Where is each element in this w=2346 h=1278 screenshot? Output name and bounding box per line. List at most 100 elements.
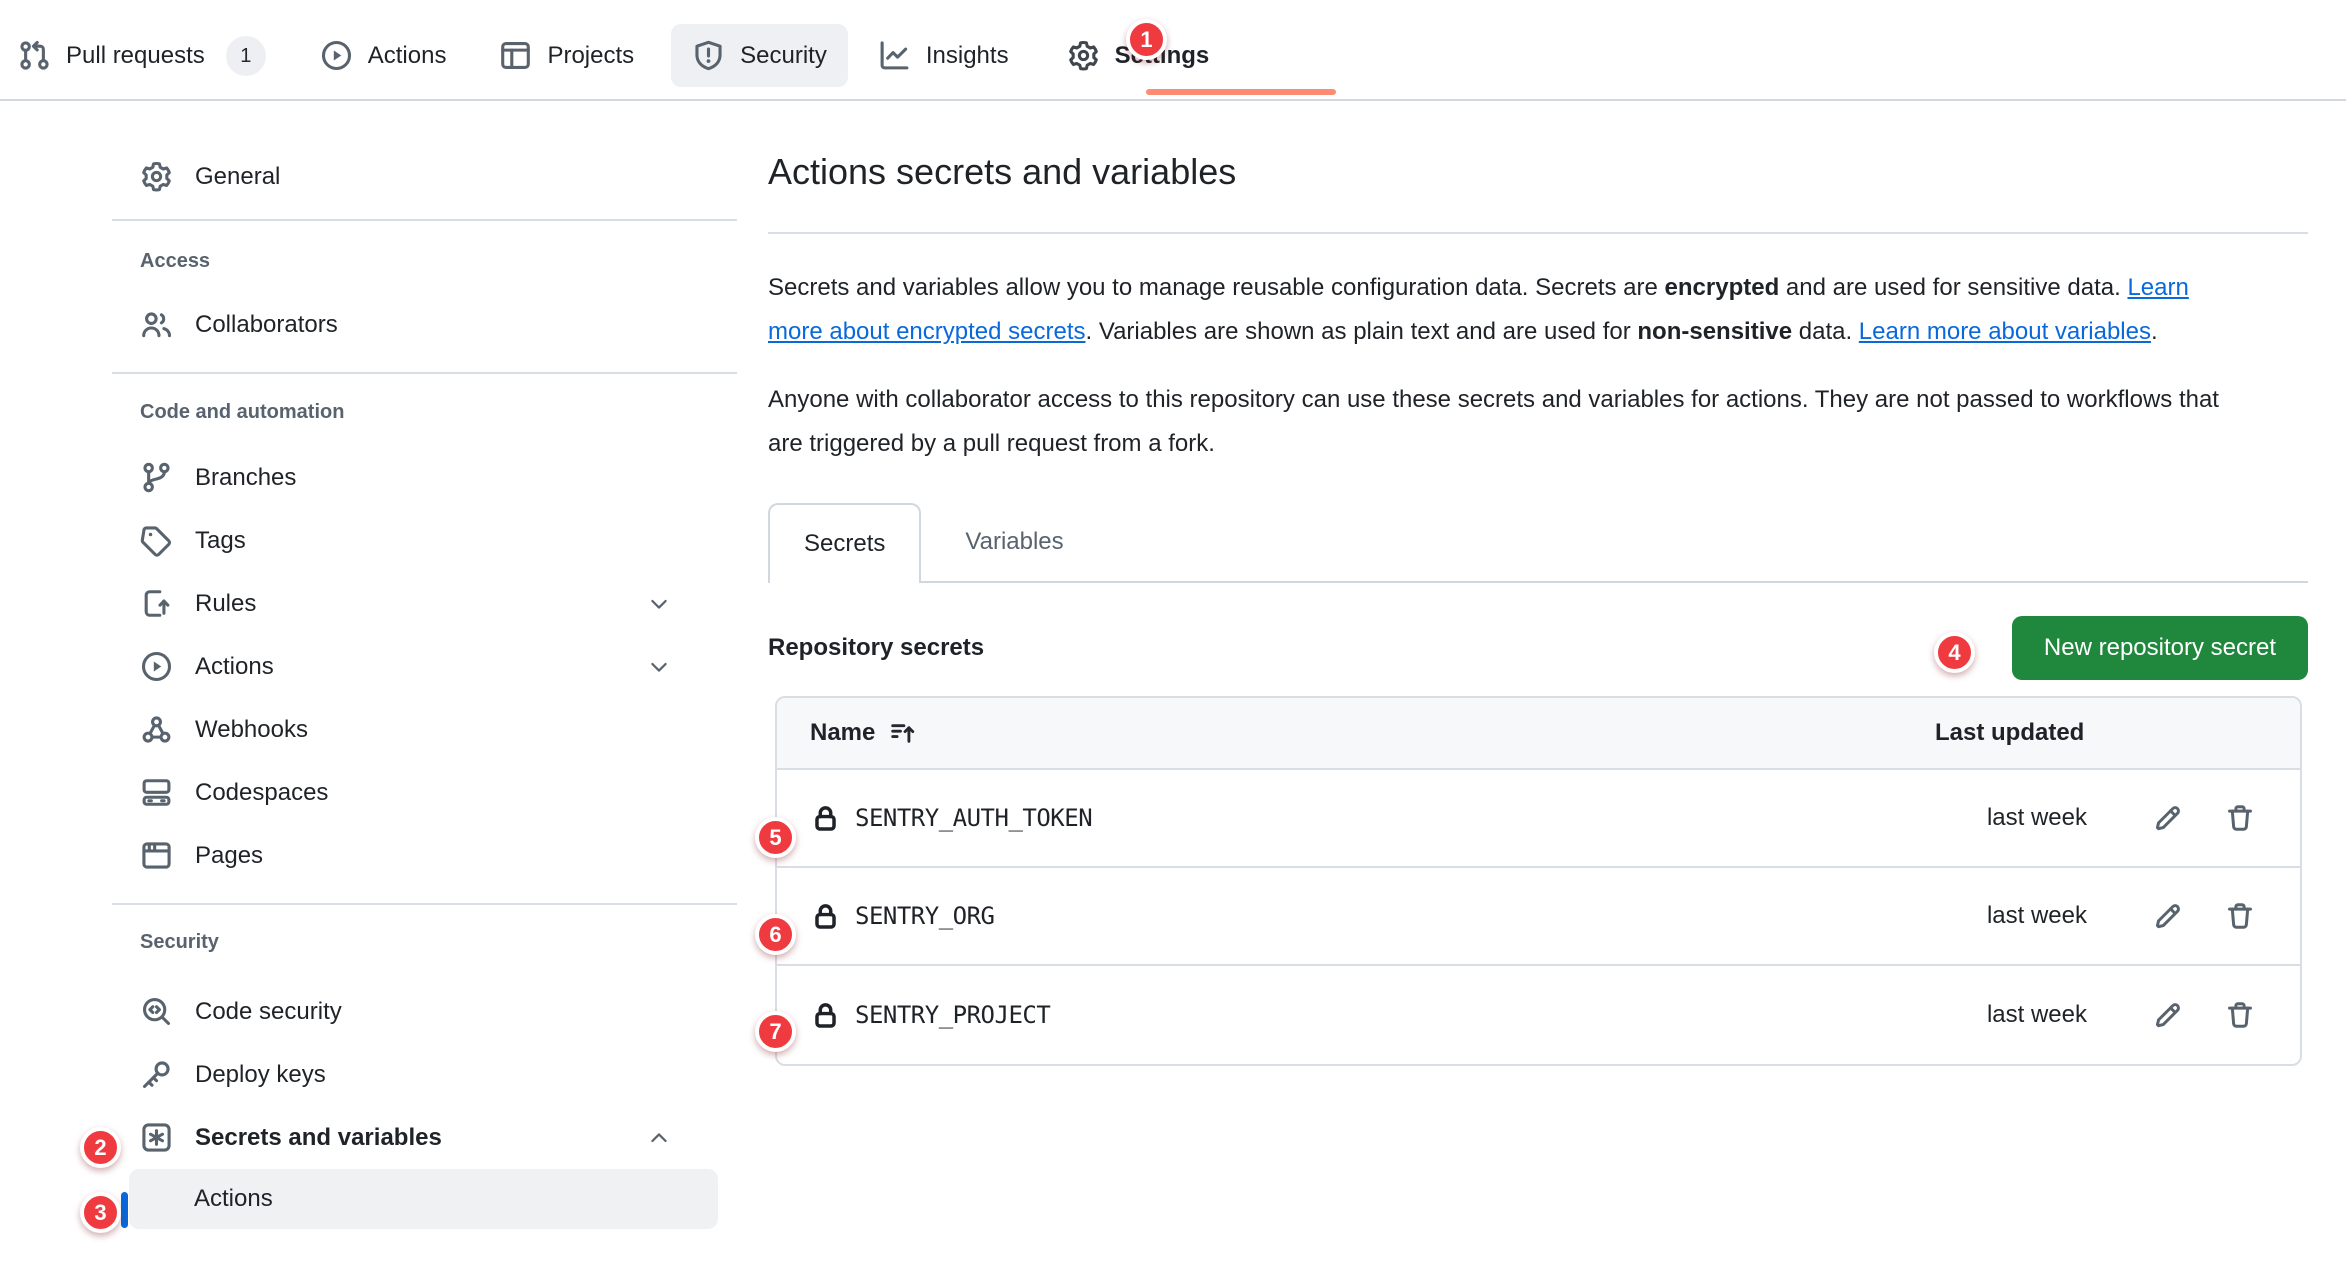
active-item-indicator <box>121 1192 128 1228</box>
sidebar-section-security: Security <box>112 922 737 962</box>
edit-pencil-icon[interactable] <box>2152 803 2182 833</box>
repository-secrets-header: Repository secrets New repository secret <box>768 616 2308 680</box>
learn-more-link[interactable]: Learn more about variables <box>1859 318 2151 345</box>
webhook-icon <box>140 713 173 746</box>
gear-icon <box>140 160 173 193</box>
sidebar-item-label: General <box>195 163 280 191</box>
tab-projects[interactable]: Projects <box>499 39 634 72</box>
sidebar-subitem-label: Actions <box>194 1185 273 1213</box>
secret-row: SENTRY_PROJECT last week <box>777 966 2300 1064</box>
rules-icon <box>140 587 173 620</box>
secret-updated: last week <box>1927 804 2087 832</box>
edit-pencil-icon[interactable] <box>2152 901 2182 931</box>
people-icon <box>140 308 173 341</box>
sidebar-item-secrets-and-variables[interactable]: Secrets and variables <box>112 1106 737 1169</box>
code-scan-icon <box>140 995 173 1028</box>
sidebar-item-branches[interactable]: Branches <box>112 446 737 509</box>
annotation-badge-5: 5 <box>755 817 796 858</box>
lock-icon <box>810 802 841 835</box>
lock-icon <box>810 999 841 1032</box>
sidebar-item-label: Code security <box>195 998 342 1026</box>
settings-sidebar: General Access Collaborators Code and au… <box>112 101 737 1229</box>
annotation-badge-7: 7 <box>755 1011 796 1052</box>
sidebar-item-label: Deploy keys <box>195 1061 326 1089</box>
gear-icon <box>1067 39 1100 72</box>
trash-icon[interactable] <box>2225 901 2255 931</box>
secrets-table-header: Name Last updated <box>777 698 2300 770</box>
secret-name: SENTRY_ORG <box>855 902 995 930</box>
annotation-badge-1: 1 <box>1126 19 1167 60</box>
sidebar-item-label: Codespaces <box>195 779 328 807</box>
graph-icon <box>878 39 911 72</box>
sidebar-section-code-automation: Code and automation <box>112 392 737 432</box>
repo-tab-nav: Pull requests 1 Actions Projects Securit… <box>0 0 2346 101</box>
sidebar-item-code-security[interactable]: Code security <box>112 980 737 1043</box>
sidebar-item-label: Tags <box>195 527 246 555</box>
sidebar-item-tags[interactable]: Tags <box>112 509 737 572</box>
annotation-badge-2: 2 <box>80 1127 121 1168</box>
sidebar-section-access: Access <box>112 241 737 281</box>
tab-variables[interactable]: Variables <box>927 503 1101 581</box>
pull-requests-counter: 1 <box>226 36 266 76</box>
annotation-badge-4: 4 <box>1934 632 1975 673</box>
secret-name: SENTRY_AUTH_TOKEN <box>855 804 1092 832</box>
sort-ascending-icon[interactable] <box>889 720 916 747</box>
tab-label: Secrets <box>804 530 885 558</box>
main-content: Actions secrets and variables Secrets an… <box>768 101 2308 1066</box>
git-pull-request-icon <box>18 39 51 72</box>
sidebar-item-label: Collaborators <box>195 311 338 339</box>
secrets-table: Name Last updated SENTRY_AUTH_TOKEN last… <box>775 696 2302 1066</box>
chevron-down-icon[interactable] <box>642 592 675 616</box>
secret-updated: last week <box>1927 902 2087 930</box>
sidebar-item-general[interactable]: General <box>112 145 737 208</box>
git-branch-icon <box>140 461 173 494</box>
sidebar-item-pages[interactable]: Pages <box>112 824 737 887</box>
sidebar-item-webhooks[interactable]: Webhooks <box>112 698 737 761</box>
play-icon <box>320 39 353 72</box>
title-divider <box>768 232 2308 234</box>
sidebar-item-label: Branches <box>195 464 296 492</box>
tab-pull-requests[interactable]: Pull requests 1 <box>18 36 266 76</box>
tab-insights[interactable]: Settings Insights <box>878 39 1009 72</box>
sidebar-divider <box>112 903 737 905</box>
annotation-badge-3: 3 <box>80 1192 121 1233</box>
access-paragraph: Anyone with collaborator access to this … <box>768 378 2248 466</box>
sidebar-divider <box>112 219 737 221</box>
edit-pencil-icon[interactable] <box>2152 1000 2182 1030</box>
sidebar-item-deploy-keys[interactable]: Deploy keys <box>112 1043 737 1106</box>
sidebar-subitem-actions[interactable]: Actions <box>129 1169 718 1229</box>
sidebar-item-label: Pages <box>195 842 263 870</box>
tab-label: Projects <box>547 42 634 70</box>
sidebar-item-label: Secrets and variables <box>195 1124 442 1152</box>
chevron-up-icon[interactable] <box>642 1126 675 1150</box>
intro-paragraph: Secrets and variables allow you to manag… <box>768 266 2248 354</box>
chevron-down-icon[interactable] <box>642 655 675 679</box>
section-heading: Repository secrets <box>768 634 984 662</box>
trash-icon[interactable] <box>2225 803 2255 833</box>
play-icon <box>140 650 173 683</box>
lock-icon <box>810 900 841 933</box>
trash-icon[interactable] <box>2225 1000 2255 1030</box>
secret-row: SENTRY_ORG last week <box>777 868 2300 966</box>
sidebar-item-actions[interactable]: Actions <box>112 635 737 698</box>
tab-label: Insights <box>926 42 1009 70</box>
secret-name: SENTRY_PROJECT <box>855 1001 1050 1029</box>
active-tab-underline <box>1146 89 1336 95</box>
tab-actions[interactable]: Actions <box>320 39 447 72</box>
column-name: Name <box>810 719 875 747</box>
tab-secrets[interactable]: Secrets <box>768 503 921 583</box>
tab-label: Pull requests <box>66 42 205 70</box>
project-board-icon <box>499 39 532 72</box>
key-icon <box>140 1058 173 1091</box>
sidebar-item-label: Actions <box>195 653 274 681</box>
sidebar-item-rules[interactable]: Rules <box>112 572 737 635</box>
sidebar-item-collaborators[interactable]: Collaborators <box>112 293 737 356</box>
sidebar-item-label: Webhooks <box>195 716 308 744</box>
new-repository-secret-button[interactable]: New repository secret <box>2012 616 2308 680</box>
tab-security[interactable]: Security <box>671 24 848 87</box>
tag-icon <box>140 524 173 557</box>
browser-icon <box>140 839 173 872</box>
secret-row: SENTRY_AUTH_TOKEN last week <box>777 770 2300 868</box>
sidebar-item-codespaces[interactable]: Codespaces <box>112 761 737 824</box>
secrets-variables-tabnav: Secrets Variables <box>768 503 2308 583</box>
